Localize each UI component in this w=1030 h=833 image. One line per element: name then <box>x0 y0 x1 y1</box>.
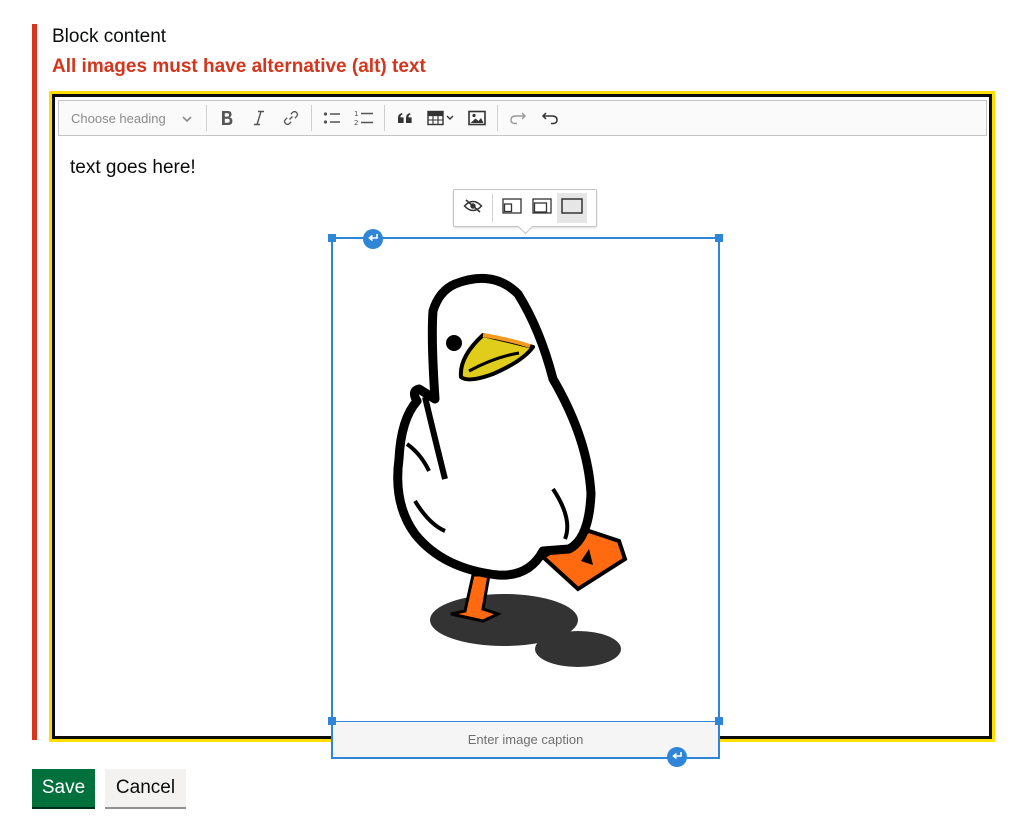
editable-area[interactable]: text goes here! Enter image caption <box>58 137 987 767</box>
full-width-icon <box>561 197 583 219</box>
chevron-down-icon <box>182 111 192 126</box>
insert-image-button[interactable] <box>461 104 493 132</box>
image-toolbar <box>453 189 597 227</box>
hide-icon <box>463 198 483 218</box>
numbered-list-icon: 12 <box>354 109 374 127</box>
bulleted-list-icon <box>323 110 341 126</box>
align-left-icon <box>502 197 522 219</box>
align-right-icon <box>532 197 552 219</box>
rich-text-editor[interactable]: Choose heading 1 2 text goes here! Enter… <box>52 94 992 767</box>
toolbar-separator <box>310 105 312 131</box>
resize-handle-top-left[interactable] <box>328 234 336 242</box>
field-label: Block content <box>52 26 167 47</box>
resize-handle-top-right[interactable] <box>715 234 723 242</box>
bulleted-list-button[interactable] <box>316 104 348 132</box>
heading-dropdown-label: Choose heading <box>71 110 166 126</box>
toggle-alt-text-button[interactable] <box>458 193 488 223</box>
insert-paragraph-before-button[interactable] <box>363 229 383 249</box>
editor-toolbar: Choose heading 1 2 <box>58 100 987 136</box>
content-paragraph[interactable]: text goes here! <box>70 157 196 179</box>
error-indicator-bar <box>32 24 37 740</box>
insert-table-button[interactable] <box>421 104 461 132</box>
image-caption-field[interactable]: Enter image caption <box>333 721 718 757</box>
heading-dropdown[interactable]: Choose heading <box>59 101 202 135</box>
resize-handle-bottom-left[interactable] <box>328 717 336 725</box>
table-icon <box>427 110 455 126</box>
error-message: All images must have alternative (alt) t… <box>52 56 426 77</box>
return-arrow-icon <box>367 230 379 248</box>
toolbar-separator <box>205 105 207 131</box>
insert-paragraph-after-button[interactable] <box>667 747 687 767</box>
quote-icon <box>397 112 413 124</box>
image-figure[interactable]: Enter image caption <box>328 229 723 767</box>
bold-icon <box>220 110 234 126</box>
goose-illustration[interactable] <box>333 239 718 721</box>
undo-button[interactable] <box>534 104 566 132</box>
redo-icon <box>509 111 527 125</box>
redo-button[interactable] <box>502 104 534 132</box>
italic-icon <box>253 110 265 126</box>
undo-icon <box>541 111 559 125</box>
block-quote-button[interactable] <box>389 104 421 132</box>
link-icon <box>283 110 299 126</box>
align-right-button[interactable] <box>527 193 557 223</box>
return-arrow-icon <box>671 748 683 766</box>
italic-button[interactable] <box>243 104 275 132</box>
align-left-button[interactable] <box>497 193 527 223</box>
image-icon <box>467 110 486 126</box>
cancel-button[interactable]: Cancel <box>105 769 186 807</box>
bold-button[interactable] <box>211 104 243 132</box>
link-button[interactable] <box>275 104 307 132</box>
resize-handle-bottom-right[interactable] <box>715 717 723 725</box>
full-width-button[interactable] <box>557 193 587 223</box>
save-button[interactable]: Save <box>32 769 95 807</box>
toolbar-separator <box>383 105 385 131</box>
toolbar-separator <box>492 194 493 222</box>
numbered-list-button[interactable]: 12 <box>348 104 380 132</box>
svg-text:2: 2 <box>354 119 358 127</box>
toolbar-separator <box>496 105 498 131</box>
svg-text:1: 1 <box>354 110 358 118</box>
